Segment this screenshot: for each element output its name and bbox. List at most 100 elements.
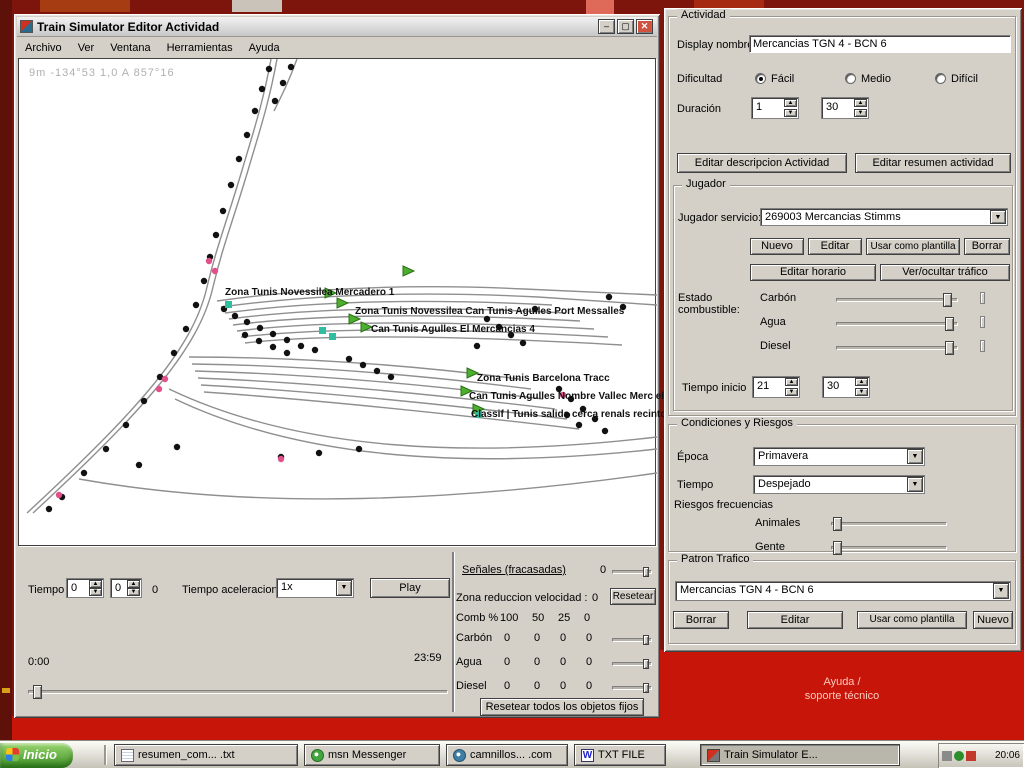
- radio-medio[interactable]: Medio: [845, 73, 891, 85]
- epoca-label: Época: [677, 451, 708, 463]
- titlebar[interactable]: Train Simulator Editor Actividad – ▢ ✕: [17, 17, 657, 37]
- play-button[interactable]: Play: [370, 578, 450, 598]
- display-nombre-input[interactable]: [749, 35, 1011, 53]
- mini-slider-thumb[interactable]: [643, 635, 649, 645]
- animales-slider-track[interactable]: [831, 522, 947, 526]
- map-track-label[interactable]: Can Tunis Agulles El Mercancias 4: [371, 324, 535, 335]
- volume-icon[interactable]: [942, 751, 952, 761]
- desktop-help-area: Ayuda / soporte técnico: [660, 650, 1024, 742]
- diesel-mini-slider[interactable]: [612, 686, 652, 690]
- agua-slider-thumb[interactable]: [945, 317, 954, 331]
- chevron-down-icon[interactable]: ▼: [993, 583, 1009, 599]
- carbon-slider-thumb[interactable]: [943, 293, 952, 307]
- radio-dificil[interactable]: Difícil: [935, 73, 978, 85]
- spin-down-icon[interactable]: ▼: [785, 388, 798, 396]
- radio-icon[interactable]: [845, 73, 856, 84]
- jugador-servicio-combobox[interactable]: 269003 Mercancias Stimms ▼: [760, 208, 1008, 226]
- system-tray: 20:06: [938, 743, 1024, 768]
- minimize-button[interactable]: –: [598, 19, 615, 34]
- menu-ayuda[interactable]: Ayuda: [241, 40, 288, 56]
- epoca-combobox[interactable]: Primavera ▼: [753, 447, 925, 466]
- spin-down-icon[interactable]: ▼: [784, 109, 797, 117]
- spin-down-icon[interactable]: ▼: [855, 388, 868, 396]
- start-button[interactable]: Inicio: [0, 743, 73, 768]
- patron-borrar-button[interactable]: Borrar: [673, 611, 729, 629]
- timeline-slider-track[interactable]: [28, 690, 448, 694]
- menu-archivo[interactable]: Archivo: [17, 40, 70, 56]
- timeline-slider-thumb[interactable]: [33, 685, 42, 699]
- spin-down-icon[interactable]: ▼: [89, 588, 102, 596]
- usar-como-plantilla-button[interactable]: Usar como plantilla: [866, 238, 960, 255]
- duracion-horas-spinner[interactable]: 1 ▲▼: [751, 97, 799, 119]
- mini-slider-thumb[interactable]: [643, 659, 649, 669]
- taskbar-task-txtfile[interactable]: W TXT FILE: [574, 744, 666, 766]
- maximize-button[interactable]: ▢: [617, 19, 634, 34]
- gente-slider-track[interactable]: [831, 546, 947, 550]
- reset-all-fixed-objects-button[interactable]: Resetear todos los objetos fijos: [480, 698, 644, 716]
- map-track-label[interactable]: Can Tunis Agulles Nombre Vallec Merc el: [469, 391, 664, 402]
- spin-up-icon[interactable]: ▲: [785, 378, 798, 386]
- duracion-minutos-spinner[interactable]: 30 ▲▼: [821, 97, 869, 119]
- taskbar-task-train-simulator[interactable]: Train Simulator E...: [700, 744, 900, 766]
- taskbar-task-resumen[interactable]: resumen_com... .txt: [114, 744, 298, 766]
- spin-down-icon[interactable]: ▼: [127, 588, 140, 596]
- map-track-label[interactable]: Classif | Tunis salida cerca renals reci…: [471, 409, 666, 420]
- editar-horario-button[interactable]: Editar horario: [750, 264, 876, 281]
- route-map-view[interactable]: 9m -134°53 1,0 A 857°16 Zona Tunis Noves…: [18, 58, 656, 546]
- spin-up-icon[interactable]: ▲: [854, 99, 867, 107]
- patron-plantilla-button[interactable]: Usar como plantilla: [857, 611, 967, 629]
- menu-ver[interactable]: Ver: [70, 40, 103, 56]
- patron-nuevo-button[interactable]: Nuevo: [973, 611, 1013, 629]
- diesel-slider-track[interactable]: [836, 346, 958, 350]
- mini-slider-thumb[interactable]: [643, 683, 649, 693]
- patron-editar-button[interactable]: Editar: [747, 611, 843, 629]
- senales-mini-slider[interactable]: [612, 570, 652, 574]
- agua-mini-slider[interactable]: [612, 662, 652, 666]
- chevron-down-icon[interactable]: ▼: [990, 210, 1006, 224]
- inicio-minuto-spinner[interactable]: 30 ▲▼: [822, 376, 870, 398]
- spin-up-icon[interactable]: ▲: [784, 99, 797, 107]
- antivirus-icon[interactable]: [954, 751, 964, 761]
- taskbar-task-camnillos[interactable]: camnillos... .com: [446, 744, 568, 766]
- menu-ventana[interactable]: Ventana: [102, 40, 158, 56]
- editar-resumen-button[interactable]: Editar resumen actividad: [855, 153, 1011, 173]
- fuel-cell: 0: [534, 680, 540, 692]
- map-track-label[interactable]: Zona Tunis Novessilea Mercadero 1: [225, 287, 394, 298]
- menu-herramientas[interactable]: Herramientas: [159, 40, 241, 56]
- radio-icon[interactable]: [755, 73, 766, 84]
- editar-descripcion-button[interactable]: Editar descripcion Actividad: [677, 153, 847, 173]
- mini-slider-thumb[interactable]: [643, 567, 649, 577]
- map-track-label[interactable]: Zona Tunis Novessilea Can Tunis Agulles …: [355, 306, 624, 317]
- nuevo-button[interactable]: Nuevo: [750, 238, 804, 255]
- editar-button[interactable]: Editar: [808, 238, 862, 255]
- chevron-down-icon[interactable]: ▼: [336, 580, 352, 596]
- network-icon[interactable]: [966, 751, 976, 761]
- radio-facil[interactable]: Fácil: [755, 73, 794, 85]
- borrar-button[interactable]: Borrar: [964, 238, 1010, 255]
- spin-up-icon[interactable]: ▲: [127, 580, 140, 588]
- map-track-label[interactable]: Zona Tunis Barcelona Tracc: [477, 373, 610, 384]
- close-button[interactable]: ✕: [636, 19, 653, 34]
- ver-ocultar-trafico-button[interactable]: Ver/ocultar tráfico: [880, 264, 1010, 281]
- diesel-slider-thumb[interactable]: [945, 341, 954, 355]
- agua-slider-track[interactable]: [836, 322, 958, 326]
- gente-slider-thumb[interactable]: [833, 541, 842, 555]
- accel-combobox[interactable]: 1x ▼: [276, 578, 354, 598]
- spin-down-icon[interactable]: ▼: [854, 109, 867, 117]
- spin-up-icon[interactable]: ▲: [89, 580, 102, 588]
- tiempo-clima-combobox[interactable]: Despejado ▼: [753, 475, 925, 494]
- time-minutes-spinner[interactable]: 0 ▲▼: [110, 578, 142, 598]
- senales-label: Señales (fracasadas): [462, 564, 566, 576]
- patron-trafico-combobox[interactable]: Mercancias TGN 4 - BCN 6 ▼: [675, 581, 1011, 601]
- radio-icon[interactable]: [935, 73, 946, 84]
- chevron-down-icon[interactable]: ▼: [907, 449, 923, 464]
- taskbar-task-messenger[interactable]: msn Messenger: [304, 744, 440, 766]
- chevron-down-icon[interactable]: ▼: [907, 477, 923, 492]
- resetear-button[interactable]: Resetear: [610, 588, 656, 605]
- carbon-mini-slider[interactable]: [612, 638, 652, 642]
- animales-slider-thumb[interactable]: [833, 517, 842, 531]
- carbon-slider-track[interactable]: [836, 298, 958, 302]
- spin-up-icon[interactable]: ▲: [855, 378, 868, 386]
- inicio-hora-spinner[interactable]: 21 ▲▼: [752, 376, 800, 398]
- time-hours-spinner[interactable]: 0 ▲▼: [66, 578, 104, 598]
